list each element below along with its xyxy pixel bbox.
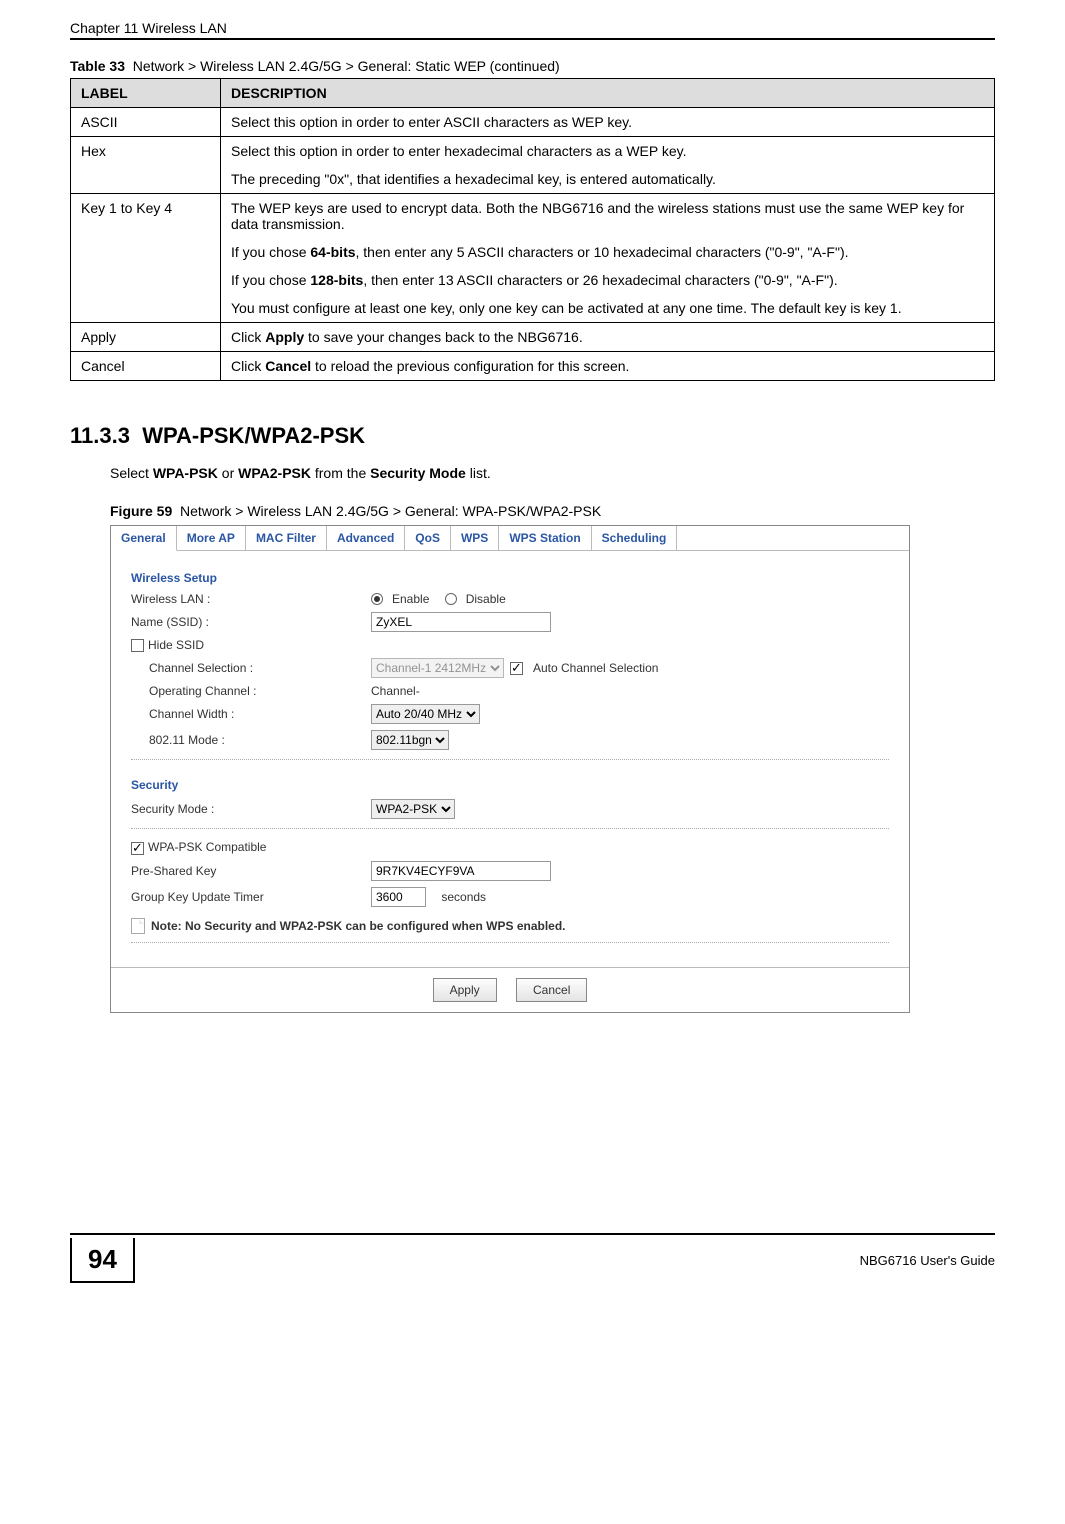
table-caption: Table 33 Network > Wireless LAN 2.4G/5G …: [70, 58, 995, 74]
channel-selection-label: Channel Selection :: [131, 661, 371, 675]
page-footer: 94 NBG6716 User's Guide: [70, 1233, 995, 1283]
ssid-label: Name (SSID) :: [131, 615, 371, 629]
note-row: Note: No Security and WPA2-PSK can be co…: [131, 910, 889, 936]
hide-ssid-checkbox[interactable]: [131, 639, 144, 652]
channel-width-select[interactable]: Auto 20/40 MHz: [371, 704, 480, 724]
section-intro: Select WPA-PSK or WPA2-PSK from the Secu…: [70, 465, 995, 481]
divider: [131, 759, 889, 760]
psk-input[interactable]: [371, 861, 551, 881]
mode-select[interactable]: 802.11bgn: [371, 730, 449, 750]
security-mode-select[interactable]: WPA2-PSK: [371, 799, 455, 819]
wlan-label: Wireless LAN :: [131, 592, 371, 606]
col-description: DESCRIPTION: [221, 79, 995, 108]
gkut-label: Group Key Update Timer: [131, 890, 371, 904]
page-number: 94: [70, 1238, 135, 1283]
security-header: Security: [131, 768, 889, 796]
divider: [131, 942, 889, 943]
tab-mac-filter[interactable]: MAC Filter: [246, 526, 327, 551]
table-row: Cancel Click Cancel to reload the previo…: [71, 352, 995, 381]
gkut-input[interactable]: [371, 887, 426, 907]
tab-advanced[interactable]: Advanced: [327, 526, 405, 551]
note-icon: [131, 918, 145, 934]
table-row: Hex Select this option in order to enter…: [71, 137, 995, 194]
apply-button[interactable]: Apply: [433, 978, 497, 1002]
channel-width-label: Channel Width :: [131, 707, 371, 721]
auto-channel-checkbox[interactable]: [510, 662, 523, 675]
page-header: Chapter 11 Wireless LAN: [70, 20, 995, 40]
wep-table: LABEL DESCRIPTION ASCII Select this opti…: [70, 78, 995, 381]
divider: [131, 828, 889, 829]
operating-channel-label: Operating Channel :: [131, 684, 371, 698]
channel-select: Channel-1 2412MHz: [371, 658, 504, 678]
mode-label: 802.11 Mode :: [131, 733, 371, 747]
operating-channel-value: Channel-: [371, 684, 889, 698]
section-heading: 11.3.3 WPA-PSK/WPA2-PSK: [70, 423, 995, 449]
wireless-setup-header: Wireless Setup: [131, 561, 889, 589]
ssid-input[interactable]: [371, 612, 551, 632]
security-mode-label: Security Mode :: [131, 802, 371, 816]
radio-disable[interactable]: [445, 593, 457, 605]
table-row: Key 1 to Key 4 The WEP keys are used to …: [71, 194, 995, 323]
col-label: LABEL: [71, 79, 221, 108]
tab-bar: General More AP MAC Filter Advanced QoS …: [111, 526, 909, 551]
config-panel: General More AP MAC Filter Advanced QoS …: [110, 525, 910, 1013]
tab-wps-station[interactable]: WPS Station: [499, 526, 591, 551]
chapter-title: Chapter 11 Wireless LAN: [70, 20, 227, 36]
wpa-compat-checkbox[interactable]: [131, 842, 144, 855]
tab-scheduling[interactable]: Scheduling: [592, 526, 678, 551]
psk-label: Pre-Shared Key: [131, 864, 371, 878]
table-row: Apply Click Apply to save your changes b…: [71, 323, 995, 352]
tab-general[interactable]: General: [111, 526, 177, 551]
table-row: ASCII Select this option in order to ent…: [71, 108, 995, 137]
radio-enable[interactable]: [371, 593, 383, 605]
tab-qos[interactable]: QoS: [405, 526, 451, 551]
tab-more-ap[interactable]: More AP: [177, 526, 246, 551]
guide-title: NBG6716 User's Guide: [860, 1253, 995, 1268]
cancel-button[interactable]: Cancel: [516, 978, 587, 1002]
figure-caption: Figure 59 Network > Wireless LAN 2.4G/5G…: [70, 503, 995, 519]
tab-wps[interactable]: WPS: [451, 526, 499, 551]
